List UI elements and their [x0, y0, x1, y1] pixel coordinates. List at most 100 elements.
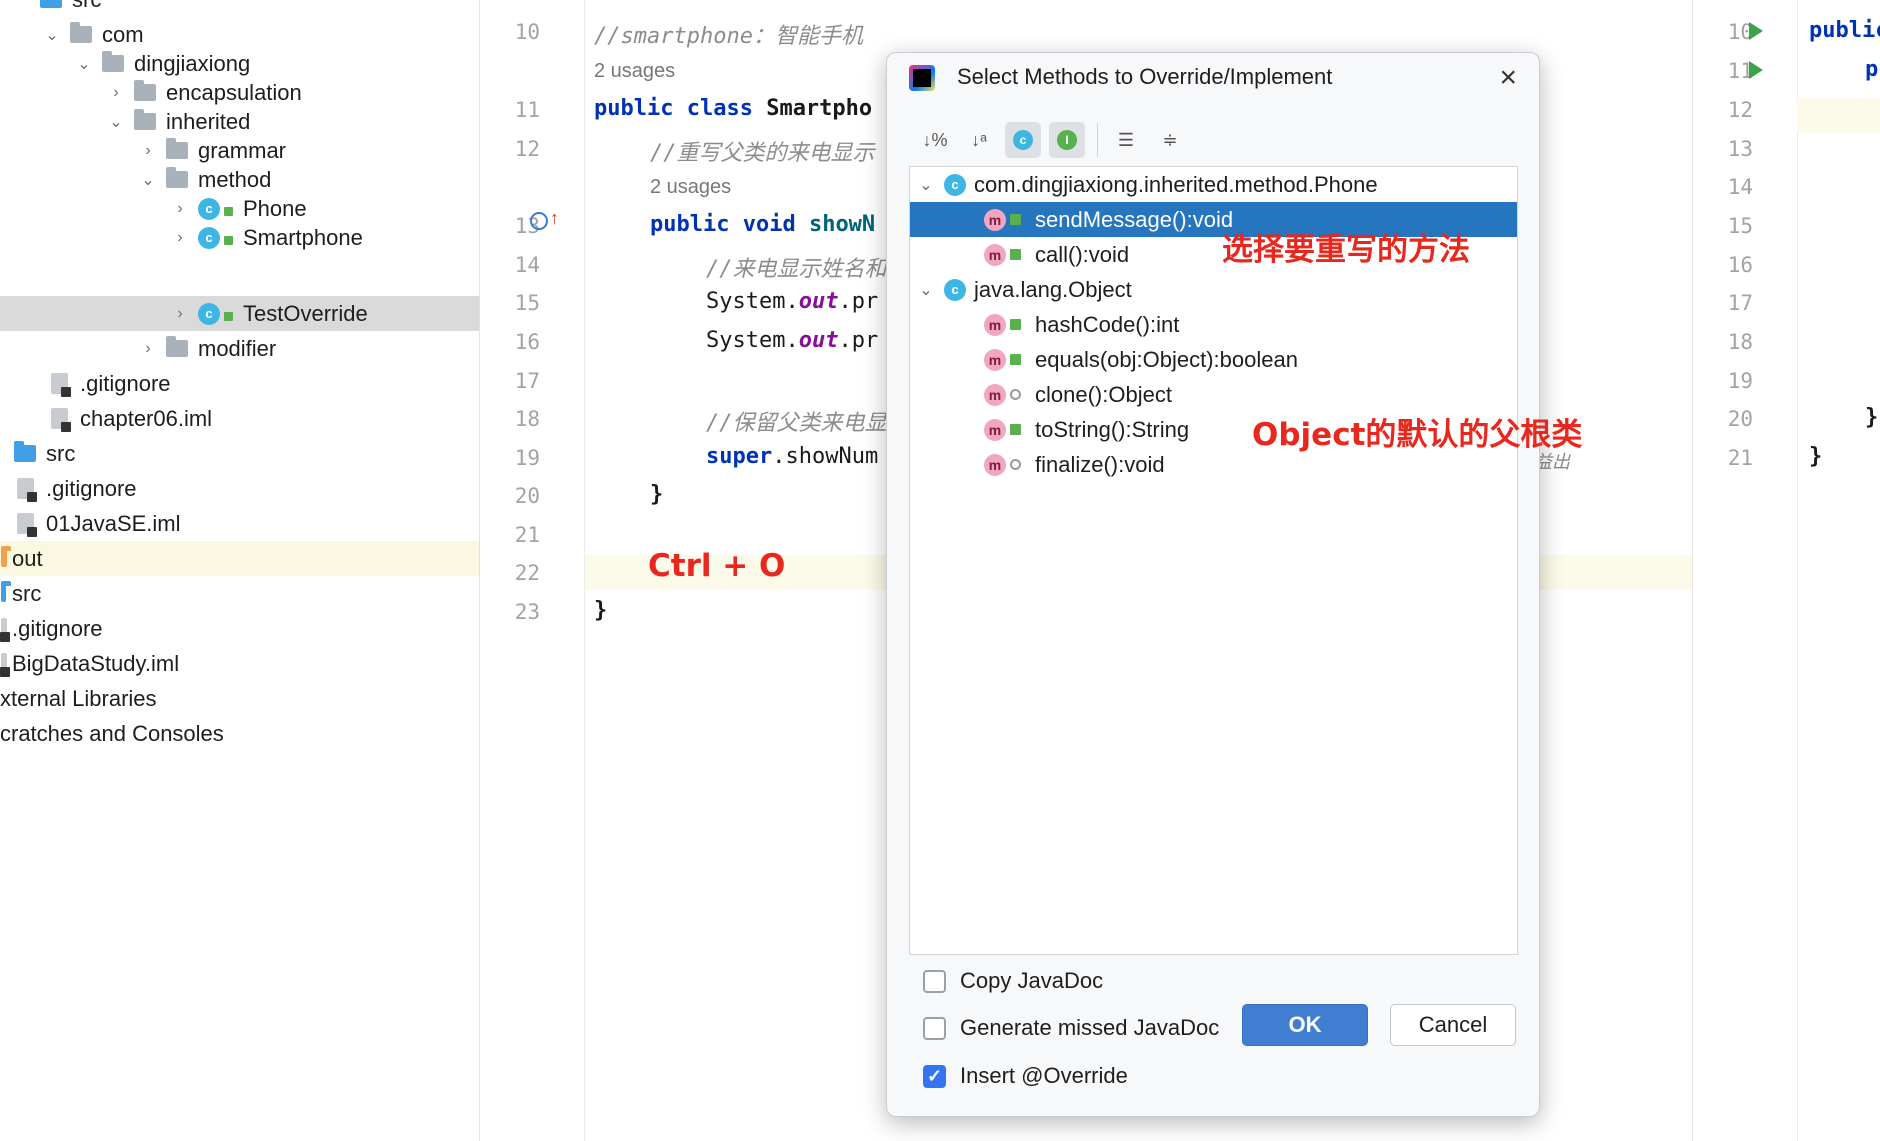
code-line-10: public — [1809, 18, 1880, 43]
tree-item-modifier[interactable]: › modifier — [0, 331, 479, 366]
dialog-toolbar: ↓% ↓ᵃ c I ☰ ≑ — [917, 120, 1196, 160]
tree-item-bigdatastudy-iml[interactable]: BigDataStudy.iml — [0, 646, 479, 681]
protected-key-icon — [1010, 389, 1021, 400]
line-number: 12 — [514, 137, 540, 161]
class-group-object[interactable]: ⌄ c java.lang.Object — [910, 272, 1517, 307]
tree-item-gitignore[interactable]: .gitignore — [0, 611, 479, 646]
close-icon[interactable]: × — [1499, 61, 1517, 95]
chevron-down-icon[interactable]: ⌄ — [918, 280, 934, 300]
tree-item-label: cratches and Consoles — [0, 720, 224, 746]
method-label: sendMessage():void — [1035, 206, 1234, 232]
chevron-down-icon[interactable]: ⌄ — [918, 175, 934, 195]
class-icon: c — [198, 226, 220, 249]
line-number: 17 — [1727, 291, 1753, 315]
intellij-logo-icon — [909, 65, 935, 91]
collapse-all-icon[interactable]: ≑ — [1152, 122, 1188, 158]
line-number: 19 — [514, 446, 540, 470]
folder-icon — [166, 138, 188, 160]
run-icon[interactable] — [1749, 22, 1763, 40]
tree-item-src[interactable]: src — [0, 576, 479, 611]
usages-hint[interactable]: 2 usages — [594, 60, 675, 83]
usages-hint[interactable]: 2 usages — [650, 176, 731, 199]
tree-item-gitignore[interactable]: .gitignore — [0, 471, 479, 506]
code-token: out — [798, 328, 839, 353]
override-marker-icon[interactable] — [530, 212, 548, 230]
folder-icon — [40, 0, 62, 9]
lock-icon — [224, 236, 233, 245]
public-lock-icon — [1010, 354, 1021, 365]
code-line-20: } — [1865, 405, 1879, 430]
tree-item-chapter06-iml[interactable]: chapter06.iml — [0, 401, 479, 436]
method-label: hashCode():int — [1035, 311, 1180, 337]
tree-item-label: .gitignore — [80, 370, 171, 396]
tree-item-src-top[interactable]: src — [0, 0, 479, 17]
public-lock-icon — [1010, 319, 1021, 330]
select-method-annotation: 选择要重写的方法 — [1222, 232, 1470, 268]
arrow-up-icon: ↑ — [550, 208, 559, 228]
override-methods-dialog[interactable]: Select Methods to Override/Implement × ↓… — [886, 52, 1540, 1117]
class-icon: c — [944, 278, 966, 301]
folder-icon — [70, 22, 92, 44]
folder-icon — [0, 581, 11, 603]
class-group-phone[interactable]: ⌄ c com.dingjiaxiong.inherited.method.Ph… — [910, 167, 1517, 202]
insert-override-checkbox[interactable]: ✓ — [923, 1064, 946, 1088]
file-icon — [14, 478, 37, 502]
run-icon[interactable] — [1749, 61, 1763, 79]
chevron-right-icon[interactable]: › — [172, 305, 188, 323]
tree-item-smartphone[interactable]: › c Smartphone — [0, 220, 479, 255]
line-number: 18 — [1727, 330, 1753, 354]
insert-override-option[interactable]: ✓ Insert @Override — [923, 1063, 1128, 1089]
sort-alpha-icon[interactable]: ↓ᵃ — [961, 122, 997, 158]
tree-item-label: src — [72, 0, 101, 13]
line-number: 11 — [514, 98, 540, 122]
line-number: 23 — [514, 600, 540, 624]
copy-javadoc-option[interactable]: Copy JavaDoc — [923, 968, 1103, 994]
method-item-equals[interactable]: m equals(obj:Object):boolean — [910, 342, 1517, 377]
file-icon — [0, 653, 10, 677]
method-label: toString():String — [1035, 416, 1190, 442]
chevron-down-icon[interactable]: ⌄ — [76, 54, 92, 74]
chevron-right-icon[interactable]: › — [172, 200, 188, 218]
tree-item-src[interactable]: src — [0, 436, 479, 471]
method-icon: m — [984, 418, 1006, 441]
generate-javadoc-checkbox[interactable] — [923, 1016, 946, 1040]
editor-gutter: 10 11 12 13 14 15 16 17 18 19 20 21 — [1693, 0, 1798, 1141]
cancel-button[interactable]: Cancel — [1390, 1004, 1516, 1046]
chevron-right-icon[interactable]: › — [172, 229, 188, 247]
tree-item-label: TestOverride — [243, 300, 368, 326]
method-item-hashcode[interactable]: m hashCode():int — [910, 307, 1517, 342]
split-editor-pane[interactable]: 10 11 12 13 14 15 16 17 18 19 20 21 publ… — [1692, 0, 1880, 1141]
chevron-down-icon[interactable]: ⌄ — [140, 170, 156, 190]
keyword: public void — [650, 212, 796, 237]
chevron-right-icon[interactable]: › — [140, 340, 156, 358]
option-label: Copy JavaDoc — [960, 968, 1104, 993]
chevron-right-icon[interactable]: › — [140, 142, 156, 160]
tree-item-testoverride[interactable]: › c TestOverride — [0, 296, 479, 331]
tree-item-01javase-iml[interactable]: 01JavaSE.iml — [0, 506, 479, 541]
methods-tree[interactable]: ⌄ c com.dingjiaxiong.inherited.method.Ph… — [909, 166, 1518, 955]
method-item-clone[interactable]: m clone():Object — [910, 377, 1517, 412]
method-icon: m — [984, 313, 1006, 336]
file-icon — [0, 618, 10, 642]
tree-item-scratches-consoles[interactable]: cratches and Consoles — [0, 716, 479, 751]
class-icon: c — [944, 173, 966, 196]
chevron-down-icon[interactable]: ⌄ — [44, 25, 60, 45]
option-label: Insert @Override — [960, 1063, 1128, 1088]
line-number: 12 — [1727, 98, 1753, 122]
tree-item-gitignore[interactable]: .gitignore — [0, 366, 479, 401]
tree-item-label: chapter06.iml — [80, 405, 213, 431]
show-classes-icon[interactable]: c — [1005, 122, 1041, 158]
method-label: call():void — [1035, 241, 1130, 267]
chevron-down-icon[interactable]: ⌄ — [108, 112, 124, 132]
chevron-right-icon[interactable]: › — [108, 84, 124, 102]
generate-javadoc-option[interactable]: Generate missed JavaDoc — [923, 1015, 1219, 1041]
expand-all-icon[interactable]: ☰ — [1108, 122, 1144, 158]
line-number: 11 — [1727, 59, 1753, 83]
sort-visibility-icon[interactable]: ↓% — [917, 122, 953, 158]
code-line-19: super.showNum — [706, 444, 878, 469]
copy-javadoc-checkbox[interactable] — [923, 969, 946, 993]
tree-item-out[interactable]: out — [0, 541, 479, 576]
tree-item-external-libraries[interactable]: xternal Libraries — [0, 681, 479, 716]
show-interfaces-icon[interactable]: I — [1049, 122, 1085, 158]
ok-button[interactable]: OK — [1242, 1004, 1368, 1046]
